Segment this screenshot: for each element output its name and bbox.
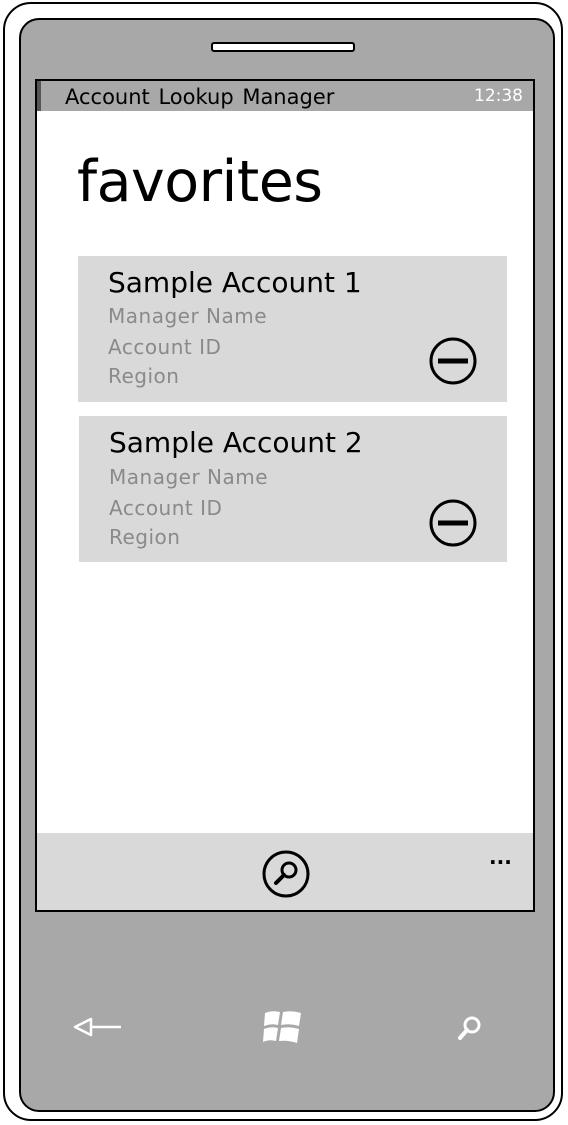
status-clock: 12:38 [474, 86, 523, 106]
account-region: Region [109, 525, 181, 549]
account-manager: Manager Name [108, 304, 268, 328]
account-card[interactable]: Sample Account 1 Manager Name Account ID… [78, 256, 507, 402]
back-arrow-icon[interactable] [73, 1015, 123, 1039]
status-bar-edge [37, 81, 41, 111]
account-name: Sample Account 2 [109, 426, 363, 459]
status-bar: Account Lookup Manager 12:38 [37, 81, 533, 111]
phone-screen: Account Lookup Manager 12:38 favorites S… [35, 79, 535, 912]
app-title: Account Lookup Manager [65, 85, 335, 109]
earpiece-speaker [211, 42, 355, 52]
account-region: Region [108, 364, 180, 388]
account-manager: Manager Name [109, 465, 269, 489]
minus-circle-icon[interactable] [429, 499, 477, 547]
windows-logo-icon[interactable] [263, 1007, 303, 1047]
hardware-search-icon[interactable] [455, 1013, 485, 1043]
account-id: Account ID [109, 496, 223, 520]
account-name: Sample Account 1 [108, 266, 362, 299]
account-card[interactable]: Sample Account 2 Manager Name Account ID… [79, 416, 507, 562]
page-title: favorites [77, 149, 323, 215]
minus-circle-icon[interactable] [429, 337, 477, 385]
search-icon[interactable] [261, 849, 311, 899]
application-bar: ... [37, 833, 533, 910]
account-id: Account ID [108, 335, 222, 359]
more-options-button[interactable]: ... [489, 847, 512, 867]
